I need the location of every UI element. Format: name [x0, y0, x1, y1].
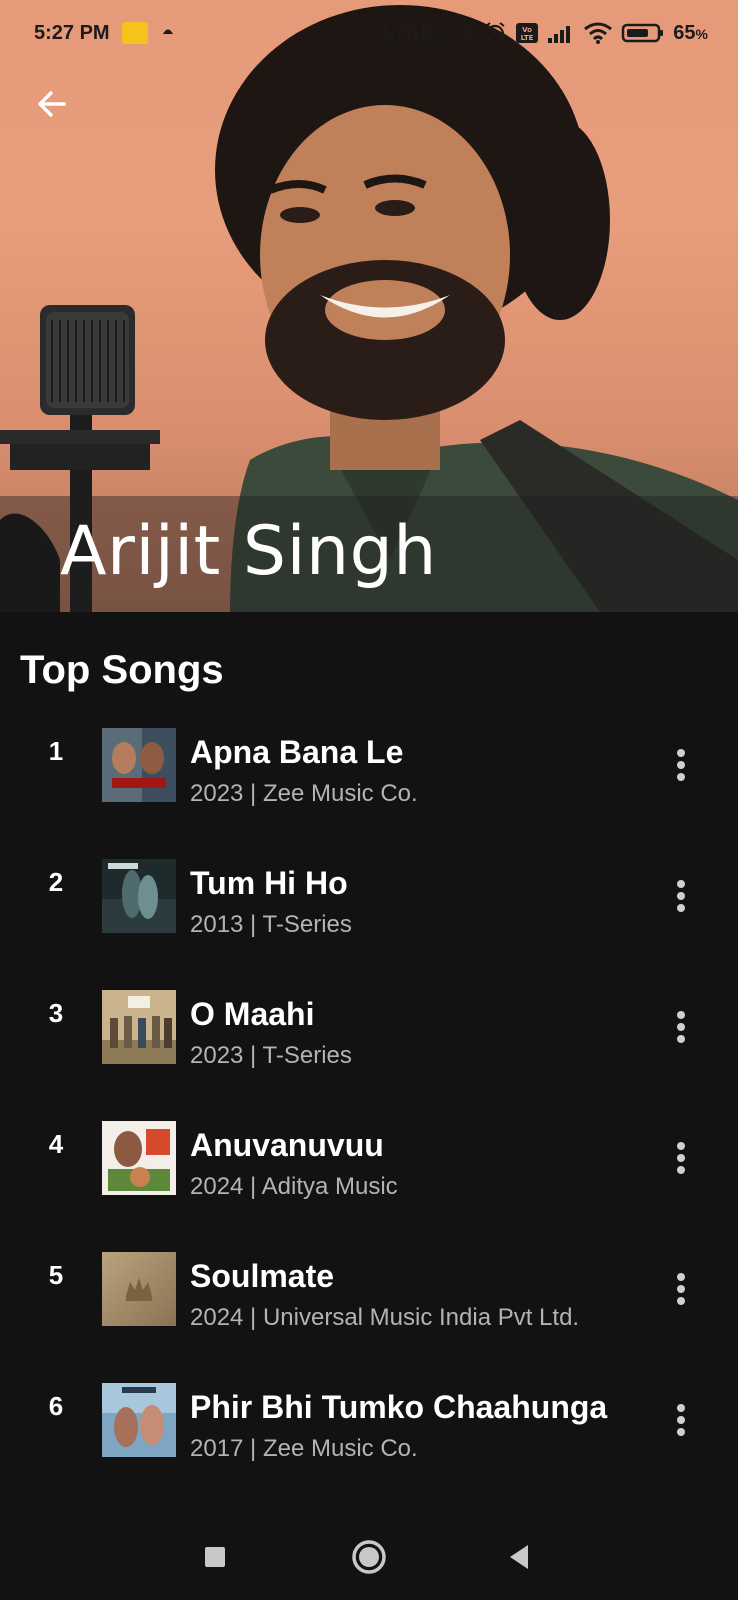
- song-title: Apna Bana Le: [190, 734, 404, 770]
- song-subtitle: 2023 | T-Series: [190, 1042, 352, 1069]
- back-icon: [510, 1545, 528, 1569]
- song-rank: 4: [48, 1128, 64, 1159]
- song-row[interactable]: 6 Phir Bhi Tumko Chaahunga 2017 | Zee Mu…: [0, 1367, 738, 1498]
- recents-button[interactable]: [190, 1532, 240, 1582]
- more-options-button[interactable]: [666, 1266, 696, 1312]
- alarm-icon: [483, 21, 507, 45]
- song-subtitle: 2013 | T-Series: [190, 911, 352, 938]
- song-title: Soulmate: [190, 1258, 335, 1294]
- more-options-button[interactable]: [666, 1397, 696, 1443]
- song-rank: 3: [48, 997, 64, 1028]
- home-icon: [352, 1540, 386, 1574]
- album-art: [102, 1252, 176, 1326]
- more-options-button[interactable]: [666, 1135, 696, 1181]
- song-title: O Maahi: [190, 996, 315, 1032]
- song-subtitle: 2024 | Universal Music India Pvt Ltd.: [190, 1304, 580, 1331]
- bluetooth-icon: [459, 21, 475, 45]
- song-row[interactable]: 1 Apna Bana Le 2023 | Zee Music Co.: [0, 712, 738, 843]
- song-row[interactable]: 4 Anuvanuvuu 2024 | Aditya Music: [0, 1105, 738, 1236]
- album-art: [102, 859, 176, 933]
- song-subtitle: 2023 | Zee Music Co.: [190, 780, 418, 807]
- artist-name: Arijit Singh: [60, 512, 437, 591]
- svg-text:Vo: Vo: [522, 26, 532, 34]
- album-art: [102, 1121, 176, 1195]
- more-vert-icon: [677, 880, 685, 912]
- song-rank: 2: [48, 866, 64, 897]
- song-rank: 1: [48, 735, 64, 766]
- song-rank: 6: [48, 1390, 64, 1421]
- artist-hero-image: Arijit Singh: [0, 0, 738, 612]
- nav-back-button[interactable]: [494, 1532, 544, 1582]
- song-title: Tum Hi Ho: [190, 865, 348, 901]
- song-row[interactable]: 3 O Maahi 2023 | T-Series: [0, 974, 738, 1105]
- song-subtitle: 2017 | Zee Music Co.: [190, 1435, 418, 1462]
- more-vert-icon: [677, 749, 685, 781]
- more-vert-icon: [677, 1011, 685, 1043]
- more-options-button[interactable]: [666, 873, 696, 919]
- more-options-button[interactable]: [666, 1004, 696, 1050]
- signal-icon: [547, 22, 575, 44]
- back-arrow-icon: [38, 91, 66, 117]
- more-vert-icon: [677, 1142, 685, 1174]
- svg-text:LTE: LTE: [521, 34, 534, 42]
- status-bar: 5:27 PM 4.7KB/s Vo LTE 65%: [0, 0, 738, 66]
- album-art: [102, 728, 176, 802]
- top-songs-list: 1 Apna Bana Le 2023 | Zee Music Co. 2 Tu…: [0, 712, 738, 1498]
- recents-icon: [205, 1547, 225, 1567]
- song-title: Phir Bhi Tumko Chaahunga: [190, 1389, 608, 1425]
- network-speed: 4.7KB/s: [377, 21, 452, 44]
- more-vert-icon: [677, 1273, 685, 1305]
- song-subtitle: 2024 | Aditya Music: [190, 1173, 398, 1200]
- back-button[interactable]: [30, 82, 74, 126]
- upload-icon: [160, 22, 176, 45]
- system-nav-bar: [0, 1512, 738, 1600]
- battery-percent: 65%: [673, 21, 708, 44]
- notification-icon: [121, 22, 148, 44]
- song-title: Anuvanuvuu: [190, 1127, 384, 1163]
- top-songs-heading: Top Songs: [20, 648, 224, 692]
- battery-icon: [621, 21, 665, 45]
- song-rank: 5: [48, 1259, 64, 1290]
- album-art: [102, 990, 176, 1064]
- song-row[interactable]: 2 Tum Hi Ho 2013 | T-Series: [0, 843, 738, 974]
- status-time: 5:27 PM: [34, 21, 110, 44]
- album-art: [102, 1383, 176, 1457]
- wifi-icon: [583, 21, 613, 45]
- volte-icon: Vo LTE: [515, 21, 539, 45]
- artist-screen: Arijit Singh 5:27 PM 4.7KB/s Vo LTE 65% …: [0, 0, 738, 1600]
- more-options-button[interactable]: [666, 742, 696, 788]
- more-vert-icon: [677, 1404, 685, 1436]
- home-button[interactable]: [344, 1532, 394, 1582]
- song-row[interactable]: 5 Soulmate 2024 | Universal Music India …: [0, 1236, 738, 1367]
